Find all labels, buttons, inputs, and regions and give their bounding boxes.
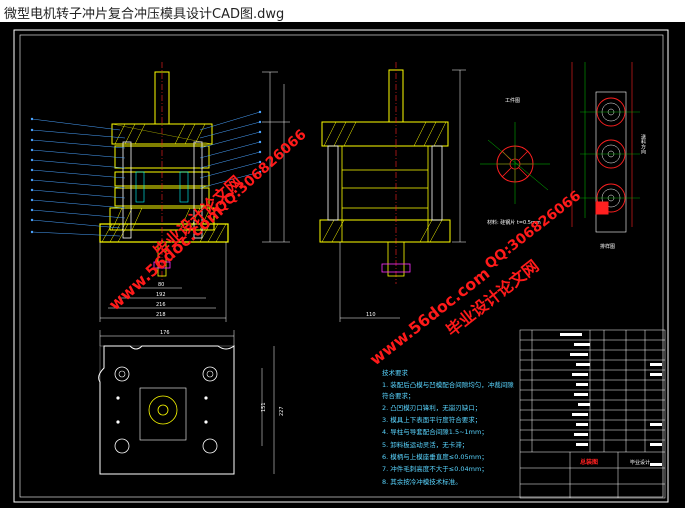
front-view: 80 192 216 218 (30, 62, 290, 322)
plan-dim-right-2: 227 (279, 406, 285, 416)
strip-side-text: 送料方向 (640, 133, 646, 154)
technical-note-4: 4. 导柱与导套配合间隙1.5~1mm； (382, 428, 488, 437)
technical-note-7: 7. 冲件毛刺高度不大于≤0.04mm； (382, 465, 488, 474)
front-dim-1: 80 (158, 282, 164, 288)
technical-notes: 技术要求 1. 装配后凸模与凹模配合间隙均匀，冲裁间隙符合要求； 2. 凸凹模刃… (382, 368, 517, 489)
plan-view: 176 151 227 (98, 330, 285, 475)
title-block-name: 总装图 (580, 458, 598, 466)
technical-note-3: 3. 模具上下表面平行度符合要求； (382, 416, 482, 425)
front-dim-2: 192 (156, 292, 166, 298)
plan-dim-top: 176 (160, 330, 170, 336)
front-dim-4: 218 (156, 312, 166, 318)
technical-note-1: 1. 装配后凸模与凹模配合间隙均匀，冲裁间隙符合要求； (382, 381, 514, 400)
title-bar: 微型电机转子冲片复合冲压模具设计CAD图.dwg (0, 0, 685, 23)
title-block-company: 毕业设计 (630, 459, 650, 466)
drawing-frame (13, 29, 669, 503)
cad-drawing: 80 192 216 218 110 工件图 材料: 硅钢片 t=0.5mm 送… (13, 29, 669, 503)
technical-notes-title: 技术要求 (382, 369, 408, 377)
technical-note-2: 2. 凸凹模刃口锋利，无崩刃缺口； (382, 403, 482, 412)
side-view: 110 (319, 62, 466, 322)
window-title: 微型电机转子冲片复合冲压模具设计CAD图.dwg (4, 7, 285, 22)
plan-dim-right-1: 151 (261, 402, 267, 412)
technical-note-5: 5. 卸料板运动灵活，无卡滞； (382, 440, 469, 449)
front-dim-3: 216 (156, 302, 166, 308)
cad-drawing-canvas[interactable]: 80 192 216 218 110 工件图 材料: 硅钢片 t=0.5mm 送… (0, 22, 685, 508)
side-dim: 110 (366, 312, 376, 318)
bom-table (519, 329, 666, 499)
technical-note-6: 6. 模柄与上模座垂直度≤0.05mm； (382, 453, 488, 462)
bom-row-fills (560, 333, 662, 466)
drawing-inner-frame (19, 34, 664, 498)
strip-label: 排样图 (600, 243, 615, 250)
technical-note-8: 8. 其余按冷冲模技术标准。 (382, 477, 462, 486)
svg-text:工件图: 工件图 (505, 97, 520, 104)
part-detail: 工件图 材料: 硅钢片 t=0.5mm (480, 97, 550, 226)
strip-layout: 送料方向 排样图 (571, 62, 646, 250)
